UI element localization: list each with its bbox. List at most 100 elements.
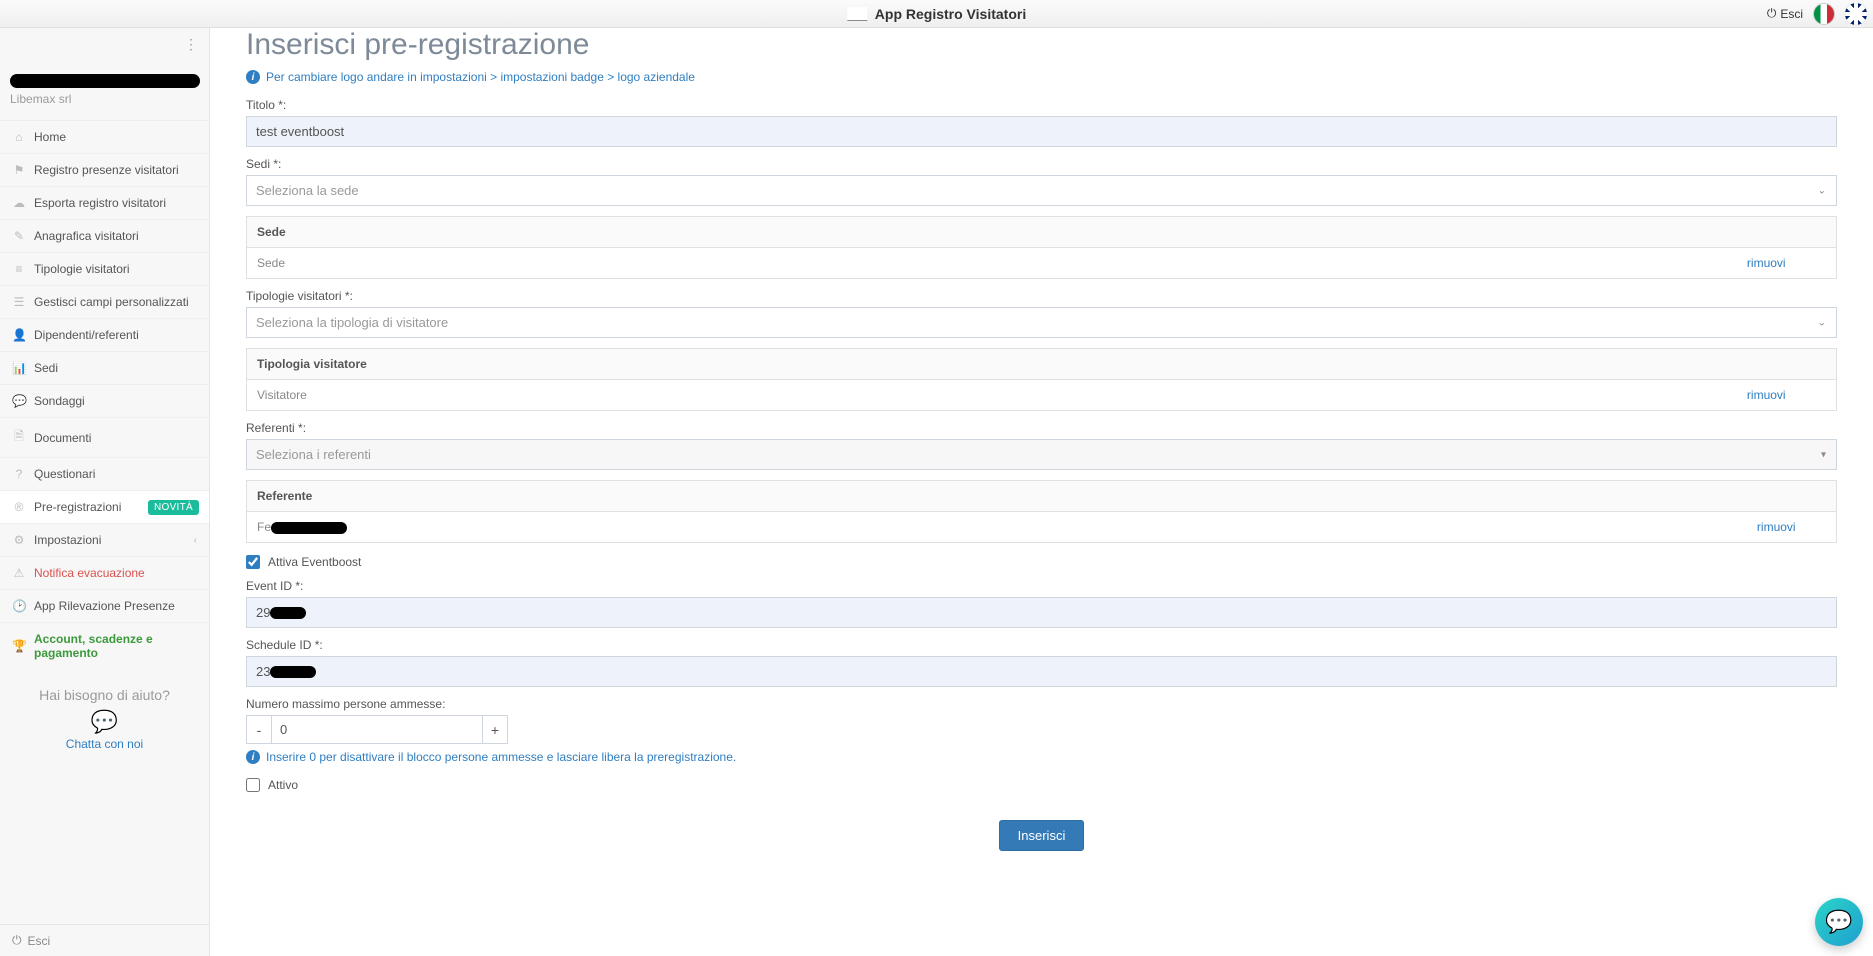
tipologie-placeholder: Seleziona la tipologia di visitatore	[256, 315, 448, 330]
sidebar-item-12[interactable]: ⚙Impostazioni‹	[0, 523, 209, 556]
chat-icon: 💬	[8, 709, 201, 735]
sidebar-item-10[interactable]: ?Questionari	[0, 457, 209, 490]
sedi-select[interactable]: Seleziona la sede ⌄	[246, 175, 1837, 206]
sidebar-item-label: Gestisci campi personalizzati	[34, 295, 189, 309]
attivo-checkbox[interactable]	[246, 778, 260, 792]
attiva-eventboost-row[interactable]: Attiva Eventboost	[246, 555, 1837, 569]
referenti-select[interactable]: Seleziona i referenti ▾	[246, 439, 1837, 470]
sidebar-icon: 🏆	[12, 639, 26, 653]
sidebar-icon: ☁	[12, 196, 26, 210]
page-title: Inserisci pre-registrazione	[246, 28, 1837, 62]
label-sedi: Sedi *:	[246, 157, 1837, 171]
tipologie-select[interactable]: Seleziona la tipologia di visitatore ⌄	[246, 307, 1837, 338]
topbar: App Registro Visitatori ⏻ Esci	[0, 0, 1873, 28]
sidebar-nav: ⌂Home⚑Registro presenze visitatori ☁ Espor…	[0, 120, 209, 669]
exit-label: Esci	[1780, 7, 1803, 21]
remove-sede-link[interactable]: rimuovi	[1747, 256, 1786, 270]
app-logo-icon	[847, 7, 867, 21]
sidebar-item-label: Dipendenti/referenti	[34, 328, 139, 342]
help-box: Hai bisogno di aiuto? 💬 Chatta con noi	[0, 669, 209, 769]
inserisci-button[interactable]: Inserisci	[999, 820, 1085, 851]
company-name: Libemax srl	[10, 88, 199, 114]
sidebar-item-6[interactable]: 👤 Dipendenti/referenti	[0, 318, 209, 351]
sidebar-item-label: Registro presenze visitatori	[34, 163, 179, 177]
titolo-input[interactable]	[246, 116, 1837, 147]
app-title-wrap: App Registro Visitatori	[847, 0, 1026, 27]
sidebar-icon: ☰	[12, 295, 26, 309]
sidebar-item-1[interactable]: ⚑Registro presenze visitatori	[0, 153, 209, 186]
attiva-eventboost-checkbox[interactable]	[246, 555, 260, 569]
redacted-text	[270, 666, 316, 678]
redacted-text	[271, 522, 347, 534]
caret-down-icon: ▾	[1821, 449, 1826, 460]
sidebar-item-2[interactable]: ☁ Esporta registro visitatori	[0, 186, 209, 219]
sede-header: Sede	[247, 217, 1697, 248]
numero-hint: i Inserire 0 per disattivare il blocco p…	[246, 750, 1837, 764]
redacted-text	[270, 607, 306, 619]
attivo-row[interactable]: Attivo	[246, 778, 1837, 792]
info-icon: i	[246, 750, 260, 764]
info-icon: i	[246, 70, 260, 84]
flag-it-icon[interactable]	[1813, 3, 1835, 25]
sidebar-item-15[interactable]: 🏆Account, scadenze e pagamento	[0, 622, 209, 669]
label-titolo: Titolo *:	[246, 98, 1837, 112]
help-chat-link[interactable]: Chatta con noi	[8, 737, 201, 751]
sede-cell: Sede	[247, 248, 1697, 279]
increment-button[interactable]: +	[482, 715, 508, 744]
sidebar-exit-button[interactable]: ⏻ Esci	[0, 924, 209, 956]
sidebar-icon: ≡	[12, 262, 26, 276]
flag-uk-icon[interactable]	[1845, 3, 1867, 25]
sidebar-item-label: Esporta registro visitatori	[34, 196, 166, 210]
table-row: Visitatore rimuovi	[247, 380, 1837, 411]
remove-tipologia-link[interactable]: rimuovi	[1747, 388, 1786, 402]
chevron-left-icon: ‹	[194, 535, 197, 546]
label-tipologie: Tipologie visitatori *:	[246, 289, 1837, 303]
sidebar-item-11[interactable]: ®Pre-registrazioniNOVITÀ	[0, 490, 209, 523]
label-referenti: Referenti *:	[246, 421, 1837, 435]
info-line[interactable]: i Per cambiare logo andare in impostazio…	[246, 70, 1837, 84]
tipologia-cell: Visitatore	[247, 380, 1697, 411]
sidebar-icon: 📊	[12, 361, 26, 375]
label-scheduleid: Schedule ID *:	[246, 638, 1837, 652]
numero-input[interactable]	[272, 715, 482, 744]
sidebar-item-label: Impostazioni	[34, 533, 101, 547]
sidebar-more-icon[interactable]: ⋮	[184, 36, 199, 53]
sidebar-item-5[interactable]: ☰ Gestisci campi personalizzati	[0, 285, 209, 318]
sidebar-icon: 👤	[12, 328, 26, 342]
sidebar-item-13[interactable]: ⚠Notifica evacuazione	[0, 556, 209, 589]
scheduleid-input[interactable]: 23	[246, 656, 1837, 687]
sidebar-item-label: Documenti	[34, 431, 91, 445]
sedi-table: Sede Sede rimuovi	[246, 216, 1837, 279]
decrement-button[interactable]: -	[246, 715, 272, 744]
chevron-down-icon: ⌄	[1818, 185, 1826, 196]
app-title: App Registro Visitatori	[875, 6, 1026, 22]
sidebar-item-0[interactable]: ⌂Home	[0, 120, 209, 153]
novita-badge: NOVITÀ	[148, 500, 199, 515]
sidebar-item-4[interactable]: ≡Tipologie visitatori	[0, 252, 209, 285]
main-content: Inserisci pre-registrazione i Per cambia…	[210, 28, 1873, 956]
sidebar-item-9[interactable]: 🗎 Documenti	[0, 417, 209, 457]
sidebar-item-3[interactable]: ✎ Anagrafica visitatori	[0, 219, 209, 252]
help-title: Hai bisogno di aiuto?	[8, 687, 201, 703]
tipologia-header: Tipologia visitatore	[247, 349, 1697, 380]
sidebar-item-label: Home	[34, 130, 66, 144]
table-row: Sede rimuovi	[247, 248, 1837, 279]
sidebar-icon: ✎	[12, 229, 26, 243]
attivo-label: Attivo	[268, 778, 298, 792]
sidebar-item-label: Anagrafica visitatori	[34, 229, 139, 243]
referenti-table: Referente Fe rimuovi	[246, 480, 1837, 543]
sidebar-item-7[interactable]: 📊Sedi	[0, 351, 209, 384]
sidebar: ⋮ Libemax srl ⌂Home⚑Registro presenze vi…	[0, 28, 210, 956]
eventid-input[interactable]: 29	[246, 597, 1837, 628]
remove-referente-link[interactable]: rimuovi	[1757, 520, 1796, 534]
sidebar-item-8[interactable]: 💬Sondaggi	[0, 384, 209, 417]
label-numero: Numero massimo persone ammesse:	[246, 697, 1837, 711]
chat-widget-button[interactable]: 💬	[1815, 898, 1863, 946]
sidebar-icon: 🕑	[12, 599, 26, 613]
sidebar-item-14[interactable]: 🕑App Rilevazione Presenze	[0, 589, 209, 622]
sidebar-icon: 🗎	[12, 427, 26, 448]
redacted-user	[10, 74, 200, 88]
numero-stepper: - +	[246, 715, 1837, 744]
referente-header: Referente	[247, 481, 1717, 512]
exit-button-top[interactable]: ⏻ Esci	[1767, 6, 1803, 21]
